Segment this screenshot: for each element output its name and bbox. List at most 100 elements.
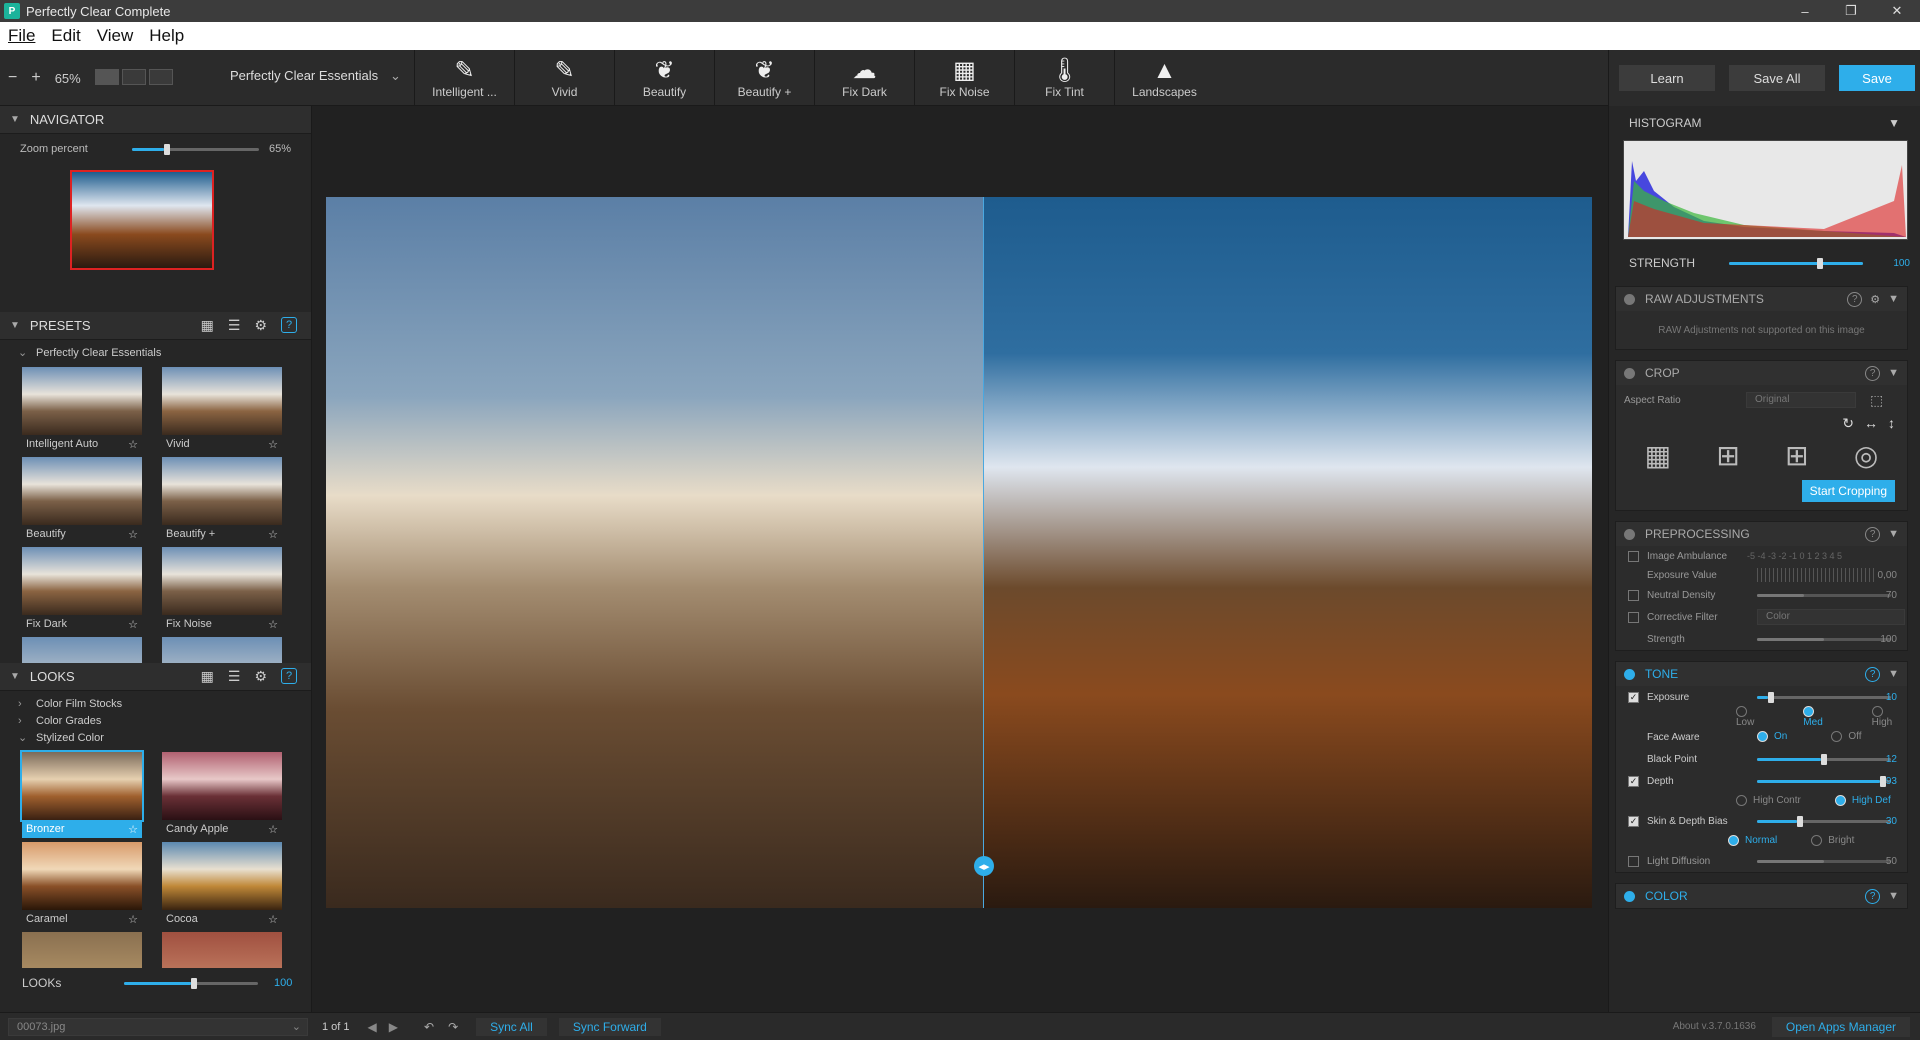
preset-item[interactable]: Vivid ☆ xyxy=(162,367,282,453)
help-icon[interactable]: ? xyxy=(1865,526,1881,542)
golden-spiral-icon[interactable]: ◎ xyxy=(1854,439,1878,472)
toggle-icon[interactable] xyxy=(1624,668,1635,680)
toggle-icon[interactable] xyxy=(1624,528,1635,540)
tool-vivid[interactable]: ✎ Vivid xyxy=(514,50,614,106)
exposure-value-ruler[interactable] xyxy=(1757,568,1875,582)
gear-icon[interactable]: ⚙ xyxy=(254,668,267,685)
menu-view[interactable]: View xyxy=(89,26,142,46)
radio-med[interactable]: Med xyxy=(1803,706,1837,728)
image-ambulance-checkbox[interactable] xyxy=(1628,550,1639,562)
preset-item[interactable] xyxy=(22,637,142,663)
tool-intelligent[interactable]: ✎ Intelligent ... xyxy=(414,50,514,106)
preset-item[interactable]: Fix Noise ☆ xyxy=(162,547,282,633)
presets-header[interactable]: ▼ PRESETS ▦ ☰ ⚙? xyxy=(0,312,311,340)
look-item[interactable] xyxy=(22,932,142,968)
aspect-ratio-select[interactable]: Original xyxy=(1746,392,1856,408)
radio-low[interactable]: Low xyxy=(1736,706,1769,728)
radio-on[interactable]: On xyxy=(1757,731,1787,743)
learn-button[interactable]: Learn xyxy=(1619,65,1715,91)
menu-help[interactable]: Help xyxy=(141,26,192,46)
neutral-density-checkbox[interactable] xyxy=(1628,589,1639,601)
tool-fix-noise[interactable]: ▦ Fix Noise xyxy=(914,50,1014,106)
minimize-button[interactable]: – xyxy=(1782,0,1828,22)
radio-high-contr[interactable]: High Contr xyxy=(1736,795,1801,807)
preset-set-dropdown[interactable]: Perfectly Clear Essentials ⌄ xyxy=(230,68,401,83)
preset-item[interactable]: Beautify ☆ xyxy=(22,457,142,543)
look-item-selected[interactable]: Bronzer ☆ xyxy=(20,750,144,838)
looks-strength-slider[interactable] xyxy=(124,977,258,989)
exposure-slider[interactable] xyxy=(1757,691,1891,703)
help-icon[interactable]: ? xyxy=(281,668,297,684)
crop-header[interactable]: CROP? ▼ xyxy=(1616,361,1907,385)
preset-item[interactable]: Fix Dark ☆ xyxy=(22,547,142,633)
star-icon[interactable]: ☆ xyxy=(128,438,138,451)
star-icon[interactable]: ☆ xyxy=(268,823,278,836)
preset-item[interactable]: Beautify + ☆ xyxy=(162,457,282,543)
corrective-filter-select[interactable]: Color xyxy=(1757,609,1905,625)
radio-high-def[interactable]: High Def xyxy=(1835,795,1891,807)
tool-landscapes[interactable]: ▲ Landscapes xyxy=(1114,50,1214,106)
sync-forward-button[interactable]: Sync Forward xyxy=(558,1017,661,1036)
navigator-thumbnail[interactable] xyxy=(70,170,214,270)
skin-depth-checkbox[interactable]: ✓ xyxy=(1628,815,1639,827)
zoom-out-button[interactable]: − xyxy=(8,69,17,87)
collapse-icon[interactable]: ▼ xyxy=(1888,668,1899,680)
looks-header[interactable]: ▼ LOOKS ▦ ☰ ⚙? xyxy=(0,663,311,691)
compare-handle-icon[interactable]: ◂▸ xyxy=(974,856,994,876)
grid-fine-icon[interactable]: ▦ xyxy=(1645,439,1671,472)
look-item[interactable] xyxy=(162,932,282,968)
look-item[interactable]: Caramel ☆ xyxy=(22,842,142,928)
start-cropping-button[interactable]: Start Cropping xyxy=(1801,480,1895,502)
view-split-button[interactable] xyxy=(121,68,146,85)
tone-header[interactable]: TONE? ▼ xyxy=(1616,662,1907,686)
color-header[interactable]: COLOR? ▼ xyxy=(1616,884,1907,908)
save-button[interactable]: Save xyxy=(1839,65,1915,91)
corrective-filter-checkbox[interactable] xyxy=(1628,611,1639,623)
strength-slider[interactable] xyxy=(1729,257,1863,269)
star-icon[interactable]: ☆ xyxy=(128,913,138,926)
slider-knob[interactable] xyxy=(163,143,170,155)
preprocessing-header[interactable]: PREPROCESSING? ▼ xyxy=(1616,522,1907,546)
grid-thirds-icon[interactable]: ⊞ xyxy=(1716,439,1739,472)
help-icon[interactable]: ? xyxy=(1865,666,1881,682)
raw-adjustments-header[interactable]: RAW ADJUSTMENTS? ⚙ ▼ xyxy=(1616,287,1907,311)
collapse-icon[interactable]: ▼ xyxy=(1888,293,1899,305)
zoom-percent-slider[interactable] xyxy=(131,143,259,155)
compare-divider[interactable] xyxy=(983,197,984,908)
star-icon[interactable]: ☆ xyxy=(268,528,278,541)
help-icon[interactable]: ? xyxy=(1847,291,1863,307)
close-button[interactable]: ✕ xyxy=(1874,0,1920,22)
look-item[interactable]: Cocoa ☆ xyxy=(162,842,282,928)
depth-checkbox[interactable]: ✓ xyxy=(1628,775,1639,787)
tool-fix-dark[interactable]: ☁ Fix Dark xyxy=(814,50,914,106)
save-all-button[interactable]: Save All xyxy=(1729,65,1825,91)
slider-knob[interactable] xyxy=(1797,815,1804,827)
file-select[interactable]: 00073.jpg ⌄ xyxy=(8,1017,308,1036)
next-icon[interactable]: ▶ xyxy=(389,1020,398,1034)
zoom-in-button[interactable]: + xyxy=(31,69,40,87)
list-view-icon[interactable]: ☰ xyxy=(228,668,241,685)
radio-bright[interactable]: Bright xyxy=(1811,835,1854,847)
gear-icon[interactable]: ⚙ xyxy=(254,317,267,334)
tool-fix-tint[interactable]: 🌡 Fix Tint xyxy=(1014,50,1114,106)
looks-folder[interactable]: ⌄ Stylized Color xyxy=(0,729,311,746)
toggle-icon[interactable] xyxy=(1624,890,1635,902)
looks-folder[interactable]: › Color Film Stocks xyxy=(0,695,311,712)
tool-beautify[interactable]: ❦ Beautify xyxy=(614,50,714,106)
redo-icon[interactable]: ↷ xyxy=(448,1020,458,1034)
star-icon[interactable]: ☆ xyxy=(268,913,278,926)
collapse-icon[interactable]: ▼ xyxy=(1888,890,1899,902)
looks-folder[interactable]: › Color Grades xyxy=(0,712,311,729)
collapse-icon[interactable]: ▼ xyxy=(1888,367,1899,379)
star-icon[interactable]: ☆ xyxy=(268,618,278,631)
histogram-header[interactable]: HISTOGRAM ▼ xyxy=(1609,106,1920,140)
slider-knob[interactable] xyxy=(191,977,197,989)
star-icon[interactable]: ☆ xyxy=(268,438,278,451)
preset-item[interactable]: Intelligent Auto ☆ xyxy=(22,367,142,453)
grid-view-icon[interactable]: ▦ xyxy=(201,317,214,334)
maximize-button[interactable]: ❐ xyxy=(1828,0,1874,22)
flip-horizontal-icon[interactable]: ↔ xyxy=(1864,415,1878,431)
preprocessing-strength-slider[interactable] xyxy=(1757,637,1891,641)
light-diffusion-slider[interactable] xyxy=(1757,859,1891,863)
neutral-density-slider[interactable] xyxy=(1757,593,1891,597)
